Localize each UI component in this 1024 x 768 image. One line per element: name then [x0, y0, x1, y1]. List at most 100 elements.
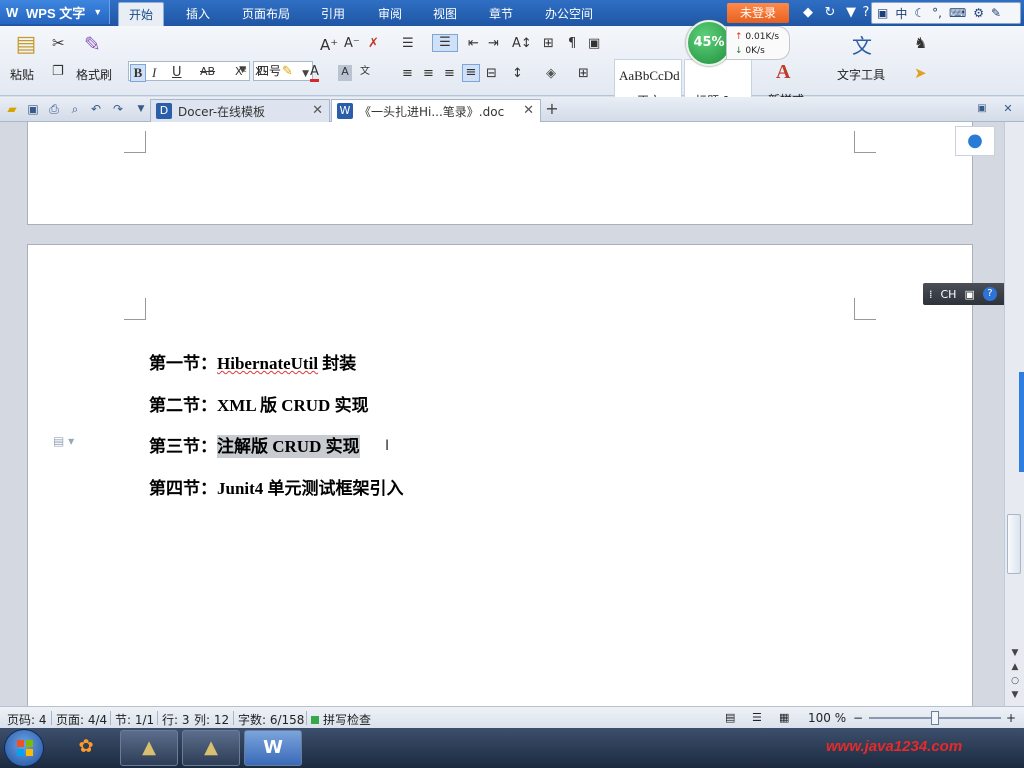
- shrink-font-icon[interactable]: A⁻: [344, 36, 360, 51]
- distribute-icon[interactable]: ⊟: [486, 66, 497, 81]
- paste-button[interactable]: 粘贴: [10, 66, 34, 83]
- tab-view[interactable]: 视图: [433, 5, 457, 22]
- app-menu-button[interactable]: W WPS 文字 ▼: [0, 0, 110, 24]
- format-painter-icon[interactable]: ✎: [84, 32, 101, 56]
- shirt-icon[interactable]: ▼: [843, 5, 859, 21]
- zoom-slider-knob[interactable]: [931, 711, 939, 725]
- clear-format-icon[interactable]: ✗: [368, 36, 379, 51]
- border-box-icon[interactable]: ▣: [588, 36, 600, 51]
- text-direction-icon[interactable]: A↕: [512, 36, 532, 51]
- show-marks-icon[interactable]: ¶: [568, 36, 576, 51]
- web-view-icon[interactable]: ▦: [779, 711, 789, 724]
- customize-toolbar-icon[interactable]: ▼: [133, 101, 149, 117]
- tab-references[interactable]: 引用: [321, 5, 345, 22]
- text-tools-icon[interactable]: 文: [852, 30, 872, 59]
- find-replace-icon[interactable]: ♞: [914, 34, 927, 52]
- taskbar-app-launcher[interactable]: ✿: [60, 730, 112, 766]
- align-center-icon[interactable]: ≡: [423, 66, 434, 81]
- tab-start[interactable]: 开始: [118, 2, 165, 26]
- tab-office-space[interactable]: 办公空间: [545, 5, 593, 22]
- prev-page-icon[interactable]: ▲: [1005, 662, 1024, 672]
- zoom-level[interactable]: 100 %: [808, 711, 846, 725]
- page-view-icon[interactable]: ▤: [725, 711, 735, 724]
- taskbar-app-2[interactable]: ▲: [182, 730, 240, 766]
- zoom-out-icon[interactable]: −: [853, 711, 863, 725]
- scroll-down-icon[interactable]: ▼: [1005, 648, 1024, 658]
- refresh-icon[interactable]: ↻: [822, 5, 838, 21]
- grip-icon[interactable]: ⁞: [929, 288, 933, 301]
- doc-line-4[interactable]: 第四节：Junit4 单元测试框架引入: [149, 474, 404, 499]
- status-col[interactable]: 列: 12: [194, 711, 229, 728]
- moon-icon[interactable]: ☾: [914, 6, 925, 20]
- save-icon[interactable]: ▣: [25, 101, 41, 117]
- taskbar-app-wps[interactable]: W: [244, 730, 302, 766]
- print-icon[interactable]: ⎙: [46, 101, 62, 117]
- ime-logo-icon[interactable]: ▣: [964, 288, 974, 301]
- new-tab-icon[interactable]: +: [544, 101, 560, 117]
- punctuation-icon[interactable]: °,: [932, 6, 942, 20]
- cut-icon[interactable]: ✂: [52, 34, 65, 52]
- redo-icon[interactable]: ↷: [110, 101, 126, 117]
- wrench-icon[interactable]: ✎: [991, 6, 1001, 20]
- ime-language[interactable]: 中: [895, 5, 907, 22]
- close-icon[interactable]: ✕: [523, 103, 534, 118]
- outline-view-icon[interactable]: ☰: [752, 711, 762, 724]
- tab-review[interactable]: 审阅: [378, 5, 402, 22]
- font-name-select[interactable]: ▼: [128, 61, 250, 81]
- status-row[interactable]: 行: 3: [162, 711, 190, 728]
- char-shading-icon[interactable]: A: [338, 65, 352, 81]
- browse-object-icon[interactable]: ○: [1005, 676, 1024, 686]
- tab-insert[interactable]: 插入: [186, 5, 210, 22]
- shading-icon[interactable]: ◈: [546, 66, 556, 81]
- zoom-slider[interactable]: [869, 711, 1001, 725]
- tab-docer-templates[interactable]: D Docer-在线模板 ✕: [150, 99, 330, 122]
- taskbar-app-1[interactable]: ▲: [120, 730, 178, 766]
- status-word-count[interactable]: 字数: 6/158: [238, 711, 304, 728]
- select-icon[interactable]: ➤: [914, 64, 927, 82]
- status-pages[interactable]: 页面: 4/4: [56, 711, 107, 728]
- network-speed-widget[interactable]: 45% ↑ 0.01K/s ↓ 0K/s: [686, 20, 796, 68]
- bold-icon[interactable]: B: [130, 64, 146, 82]
- cloud-icon[interactable]: ◆: [800, 5, 816, 21]
- page-current[interactable]: 第一节：HibernateUtil 封装 第二节：XML 版 CRUD 实现 第…: [27, 244, 973, 706]
- highlight-icon[interactable]: ✎: [282, 64, 293, 79]
- underline-icon[interactable]: U: [172, 65, 182, 80]
- align-right-icon[interactable]: ≡: [444, 66, 455, 81]
- align-left-icon[interactable]: ≡: [402, 66, 413, 81]
- subscript-icon[interactable]: X₂: [255, 65, 267, 78]
- strikethrough-icon[interactable]: AB: [200, 65, 215, 78]
- text-tools-button[interactable]: 文字工具: [837, 66, 885, 83]
- next-page-icon[interactable]: ▼: [1005, 690, 1024, 700]
- start-button[interactable]: [4, 729, 44, 767]
- decrease-indent-icon[interactable]: ⇤: [468, 36, 479, 51]
- justify-icon[interactable]: ≡: [462, 64, 480, 82]
- close-window-icon[interactable]: ✕: [1000, 101, 1016, 117]
- increase-indent-icon[interactable]: ⇥: [488, 36, 499, 51]
- tab-chapter[interactable]: 章节: [489, 5, 513, 22]
- ime-logo-icon[interactable]: ▣: [877, 6, 888, 20]
- line-spacing-icon[interactable]: ↕: [512, 66, 523, 81]
- restore-window-icon[interactable]: ▣: [974, 101, 990, 117]
- copy-icon[interactable]: ❐: [52, 64, 64, 79]
- format-painter-button[interactable]: 格式刷: [76, 66, 112, 83]
- tab-current-document[interactable]: W 《一头扎进Hi...笔录》.doc ✕: [331, 99, 541, 122]
- paste-icon[interactable]: ▤: [14, 32, 38, 58]
- superscript-icon[interactable]: X²: [235, 65, 247, 78]
- print-preview-icon[interactable]: ⌕: [67, 101, 83, 117]
- tools-icon[interactable]: ⚙: [973, 6, 984, 20]
- help-icon[interactable]: ?: [982, 287, 997, 301]
- spell-check-button[interactable]: 拼写检查: [311, 711, 371, 728]
- scroll-thumb[interactable]: [1007, 514, 1021, 574]
- bullet-list-icon[interactable]: ☰: [402, 36, 414, 51]
- location-pin-icon[interactable]: ●: [955, 126, 995, 156]
- italic-icon[interactable]: I: [152, 65, 156, 81]
- status-page-code[interactable]: 页码: 4: [7, 711, 47, 728]
- tab-page-layout[interactable]: 页面布局: [242, 5, 290, 22]
- doc-line-3[interactable]: 第三节：注解版 CRUD 实现: [149, 432, 360, 458]
- undo-icon[interactable]: ↶: [88, 101, 104, 117]
- doc-line-2[interactable]: 第二节：XML 版 CRUD 实现: [149, 391, 369, 416]
- open-folder-icon[interactable]: ▰: [4, 101, 20, 117]
- vertical-scrollbar[interactable]: ▼ ▲ ○ ▼: [1004, 122, 1024, 706]
- status-section[interactable]: 节: 1/1: [115, 711, 154, 728]
- grow-font-icon[interactable]: A⁺: [320, 36, 338, 54]
